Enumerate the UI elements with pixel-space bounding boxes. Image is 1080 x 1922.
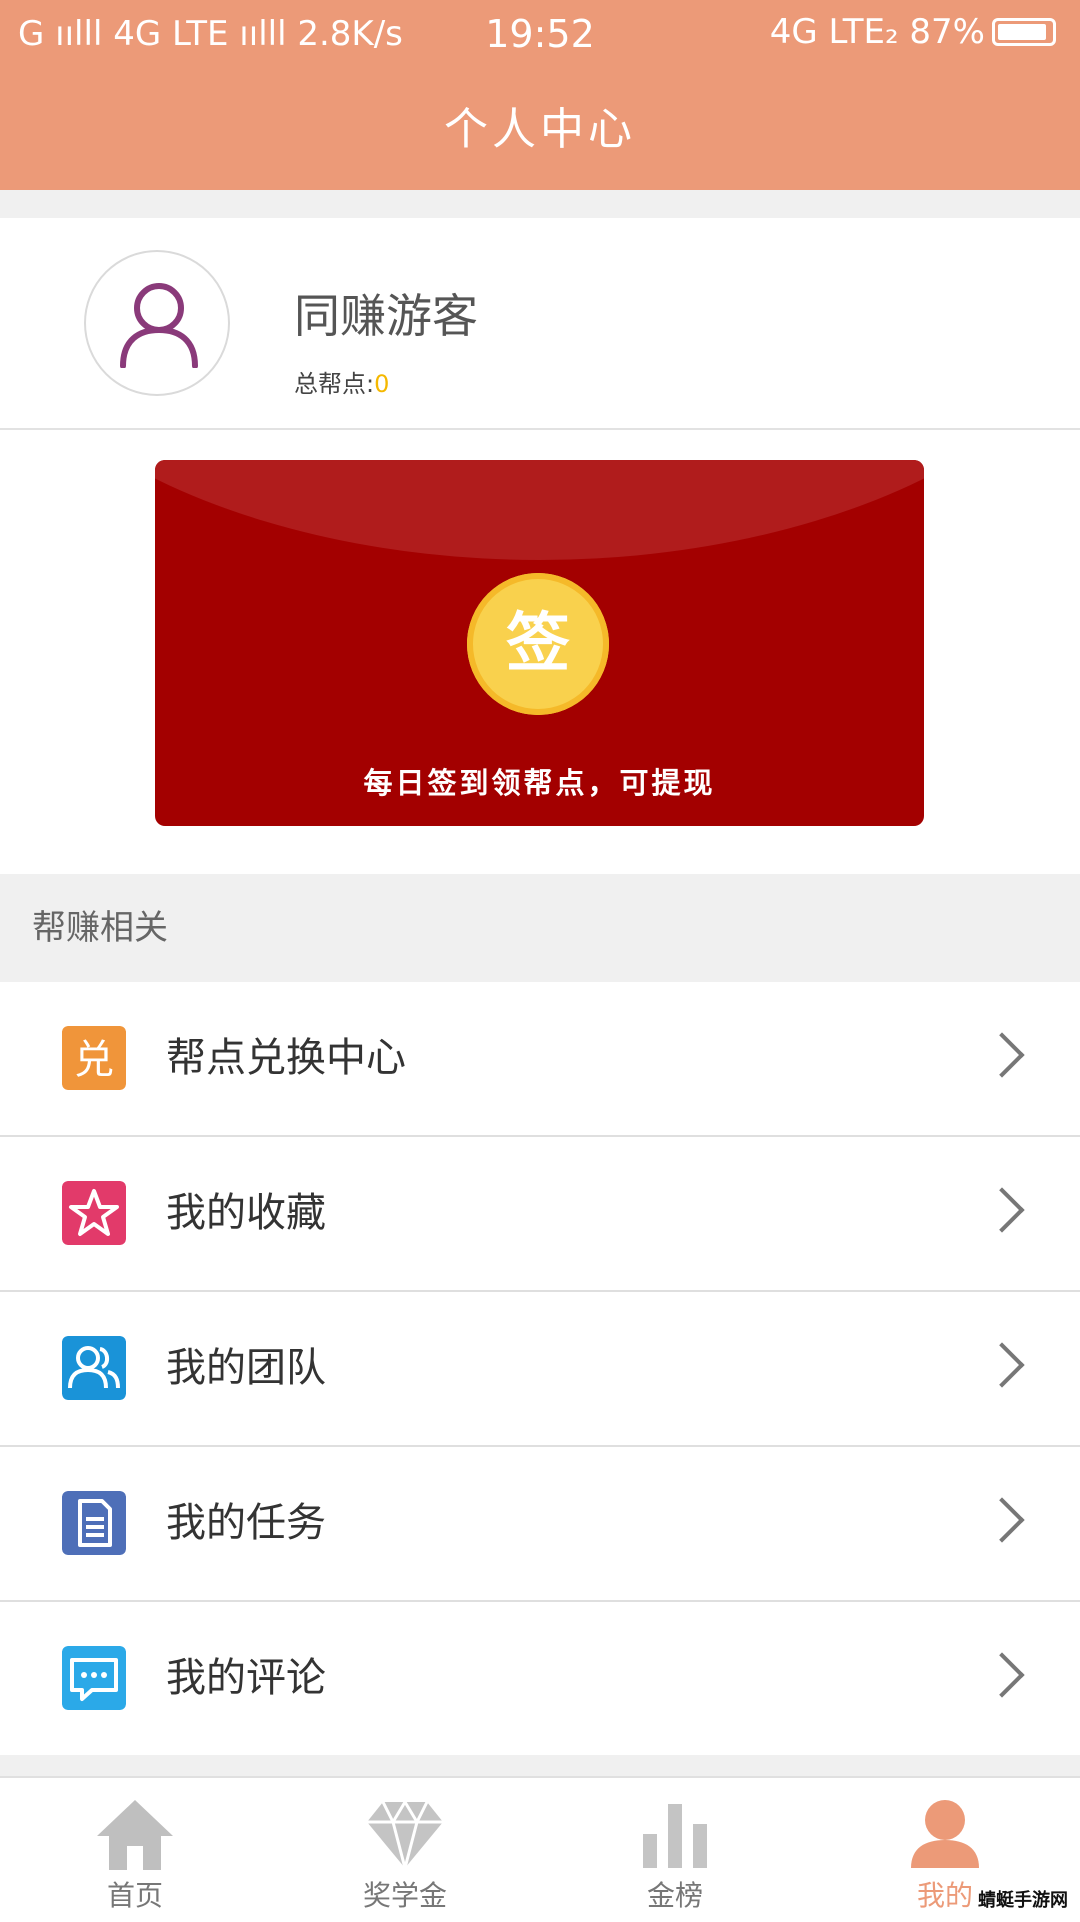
avatar[interactable] — [84, 250, 230, 396]
points-label: 总帮点: — [294, 370, 375, 398]
menu-item-label: 我的评论 — [166, 1655, 326, 1701]
user-icon — [120, 283, 198, 368]
menu-list: 兑 帮点兑换中心 我的收藏 我的团队 我的任务 我的评论 — [0, 982, 1080, 1755]
team-icon — [62, 1336, 126, 1400]
menu-item-label: 我的团队 — [166, 1345, 326, 1391]
chevron-right-icon — [979, 1652, 1025, 1698]
page-title: 个人中心 — [0, 70, 1080, 190]
diamond-icon — [367, 1799, 443, 1872]
section-header: 帮赚相关 — [0, 874, 1080, 982]
chevron-right-icon — [979, 1497, 1025, 1543]
menu-item-label: 帮点兑换中心 — [166, 1035, 406, 1081]
signin-section: 签 每日签到领帮点，可提现 — [0, 430, 1080, 874]
battery-icon — [992, 18, 1056, 46]
points-value: 0 — [374, 370, 390, 398]
watermark: 蜻蜓手游网 — [972, 1884, 1074, 1914]
bottom-tab-bar: 首页 奖学金 金榜 我的 — [0, 1776, 1080, 1922]
tab-label: 首页 — [106, 1879, 163, 1912]
envelope-flap — [155, 460, 924, 560]
bar-chart-icon — [643, 1804, 707, 1868]
menu-item-exchange[interactable]: 兑 帮点兑换中心 — [0, 982, 1080, 1137]
tab-label: 金榜 — [646, 1879, 703, 1912]
username: 同赚游客 — [294, 289, 478, 343]
network-battery-status: 4G LTE₂ 87% — [769, 12, 985, 52]
menu-item-comments[interactable]: 我的评论 — [0, 1602, 1080, 1755]
chevron-right-icon — [979, 1342, 1025, 1388]
signin-caption: 每日签到领帮点，可提现 — [363, 766, 716, 800]
tab-scholarship[interactable]: 奖学金 — [270, 1778, 540, 1922]
person-icon — [911, 1800, 979, 1868]
menu-item-tasks[interactable]: 我的任务 — [0, 1447, 1080, 1602]
comment-icon — [62, 1646, 126, 1710]
home-icon — [97, 1800, 173, 1870]
tab-label: 奖学金 — [362, 1879, 447, 1912]
status-bar: G ıılll 4G LTE ıılll 2.8K/s 19:52 4G LTE… — [0, 0, 1080, 70]
menu-item-label: 我的任务 — [166, 1500, 326, 1546]
section-title: 帮赚相关 — [32, 908, 168, 948]
document-icon — [62, 1491, 126, 1555]
points-summary: 总帮点:0 — [294, 364, 389, 399]
exchange-icon: 兑 — [62, 1026, 126, 1090]
menu-item-label: 我的收藏 — [166, 1190, 326, 1236]
tab-leaderboard[interactable]: 金榜 — [540, 1778, 810, 1922]
tab-home[interactable]: 首页 — [0, 1778, 270, 1922]
signin-coin-button[interactable]: 签 — [467, 573, 609, 715]
menu-item-team[interactable]: 我的团队 — [0, 1292, 1080, 1447]
menu-item-favorites[interactable]: 我的收藏 — [0, 1137, 1080, 1292]
svg-text:兑: 兑 — [74, 1037, 114, 1083]
star-icon — [62, 1181, 126, 1245]
chevron-right-icon — [979, 1032, 1025, 1078]
daily-signin-card[interactable]: 签 每日签到领帮点，可提现 — [155, 460, 924, 826]
profile-card[interactable]: 同赚游客 总帮点:0 — [0, 218, 1080, 430]
chevron-right-icon — [979, 1187, 1025, 1233]
